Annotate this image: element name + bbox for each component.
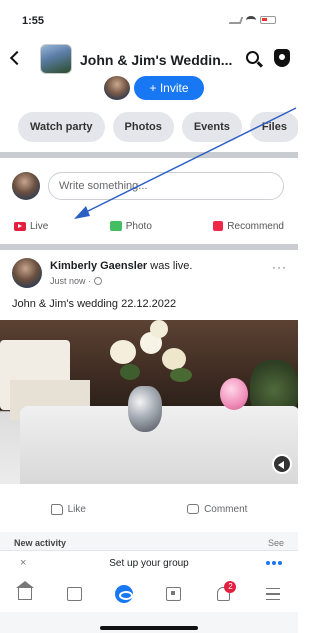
tab-notifications[interactable]: 2 xyxy=(212,581,237,605)
setup-banner-text[interactable]: Set up your group xyxy=(0,558,298,569)
post-author-name[interactable]: Kimberly Gaensler xyxy=(50,260,147,272)
post-author-avatar[interactable] xyxy=(12,258,42,288)
post-video-thumbnail[interactable] xyxy=(0,320,298,484)
search-icon[interactable] xyxy=(246,51,259,64)
setup-banner[interactable]: × Set up your group xyxy=(0,550,298,576)
notification-badge: 2 xyxy=(224,581,237,593)
wifi-icon xyxy=(246,16,256,24)
photo-flower xyxy=(150,320,168,338)
globe-icon xyxy=(94,277,103,285)
bottom-area: New activity See × Set up your group 2 xyxy=(0,532,298,633)
tab-bar: 2 xyxy=(0,576,298,612)
setup-more-icon[interactable] xyxy=(266,561,282,565)
post-reactions: Like Comment xyxy=(0,496,298,522)
comment-button[interactable]: Comment xyxy=(187,496,247,522)
new-activity-label: New activity xyxy=(14,538,67,548)
photo-flower xyxy=(162,348,186,370)
group-thumbnail[interactable] xyxy=(40,44,72,74)
chip-events[interactable]: Events xyxy=(181,112,242,142)
live-label: Live xyxy=(30,220,49,232)
group-title[interactable]: John & Jim's Weddin... xyxy=(80,52,232,68)
section-divider xyxy=(0,244,298,250)
invite-button[interactable]: + Invite xyxy=(134,76,204,100)
section-divider xyxy=(0,152,298,158)
post-author-line: Kimberly Gaensler was live. xyxy=(50,260,192,272)
recommend-button[interactable]: Recommend xyxy=(213,212,284,240)
battery-icon xyxy=(260,16,276,24)
post-status: was live. xyxy=(150,260,193,272)
photo-flower xyxy=(110,340,136,364)
chip-files[interactable]: Files xyxy=(249,112,298,142)
tab-groups[interactable] xyxy=(113,583,135,605)
like-icon xyxy=(50,503,63,515)
back-icon[interactable] xyxy=(9,50,25,66)
nav-bar: John & Jim's Weddin... xyxy=(0,40,298,80)
like-label: Like xyxy=(67,503,86,515)
member-avatar xyxy=(104,76,130,100)
like-button[interactable]: Like xyxy=(50,496,86,522)
comment-icon xyxy=(187,504,200,514)
play-video-icon[interactable] xyxy=(272,454,292,474)
recommend-icon xyxy=(213,221,224,231)
home-indicator xyxy=(100,626,198,630)
photo-icon xyxy=(109,221,122,231)
groups-icon xyxy=(115,585,134,603)
group-chips: Watch party Photos Events Files xyxy=(0,112,298,144)
photo-vase xyxy=(128,386,162,432)
composer-avatar xyxy=(12,172,40,200)
tab-video[interactable] xyxy=(163,583,185,605)
status-icons xyxy=(228,16,276,24)
photo-label: Photo xyxy=(125,220,152,232)
comment-label: Comment xyxy=(204,503,248,515)
tab-home[interactable] xyxy=(14,581,36,605)
recommend-label: Recommend xyxy=(227,220,284,232)
photo-button[interactable]: Photo xyxy=(109,212,152,240)
live-video-icon xyxy=(14,221,26,231)
group-header: + Invite xyxy=(0,76,298,102)
post-text: John & Jim's wedding 22.12.2022 xyxy=(12,298,177,310)
chip-photos[interactable]: Photos xyxy=(112,112,174,142)
menu-icon xyxy=(266,588,281,600)
post-meta: Just now · xyxy=(50,276,103,286)
tab-menu[interactable] xyxy=(262,583,284,605)
video-icon xyxy=(166,587,182,601)
photo-leaves xyxy=(120,364,140,380)
shield-icon[interactable] xyxy=(274,49,290,67)
more-options-icon[interactable]: ··· xyxy=(272,260,287,274)
composer-actions: Live Photo Recommend xyxy=(0,212,298,240)
post-time: Just now · xyxy=(50,276,92,286)
photo-leaves xyxy=(170,368,192,382)
photo-balloon xyxy=(220,378,248,410)
composer-input[interactable]: Write something... xyxy=(48,172,284,200)
tab-marketplace[interactable] xyxy=(63,583,85,605)
signal-icon xyxy=(228,16,244,24)
chip-watch-party[interactable]: Watch party xyxy=(18,112,105,142)
store-icon xyxy=(66,587,82,601)
status-time: 1:55 xyxy=(22,15,45,27)
status-bar: 1:55 xyxy=(0,0,298,40)
see-activity-link[interactable]: See xyxy=(268,538,284,548)
home-icon xyxy=(15,581,34,600)
live-button[interactable]: Live xyxy=(14,212,48,240)
